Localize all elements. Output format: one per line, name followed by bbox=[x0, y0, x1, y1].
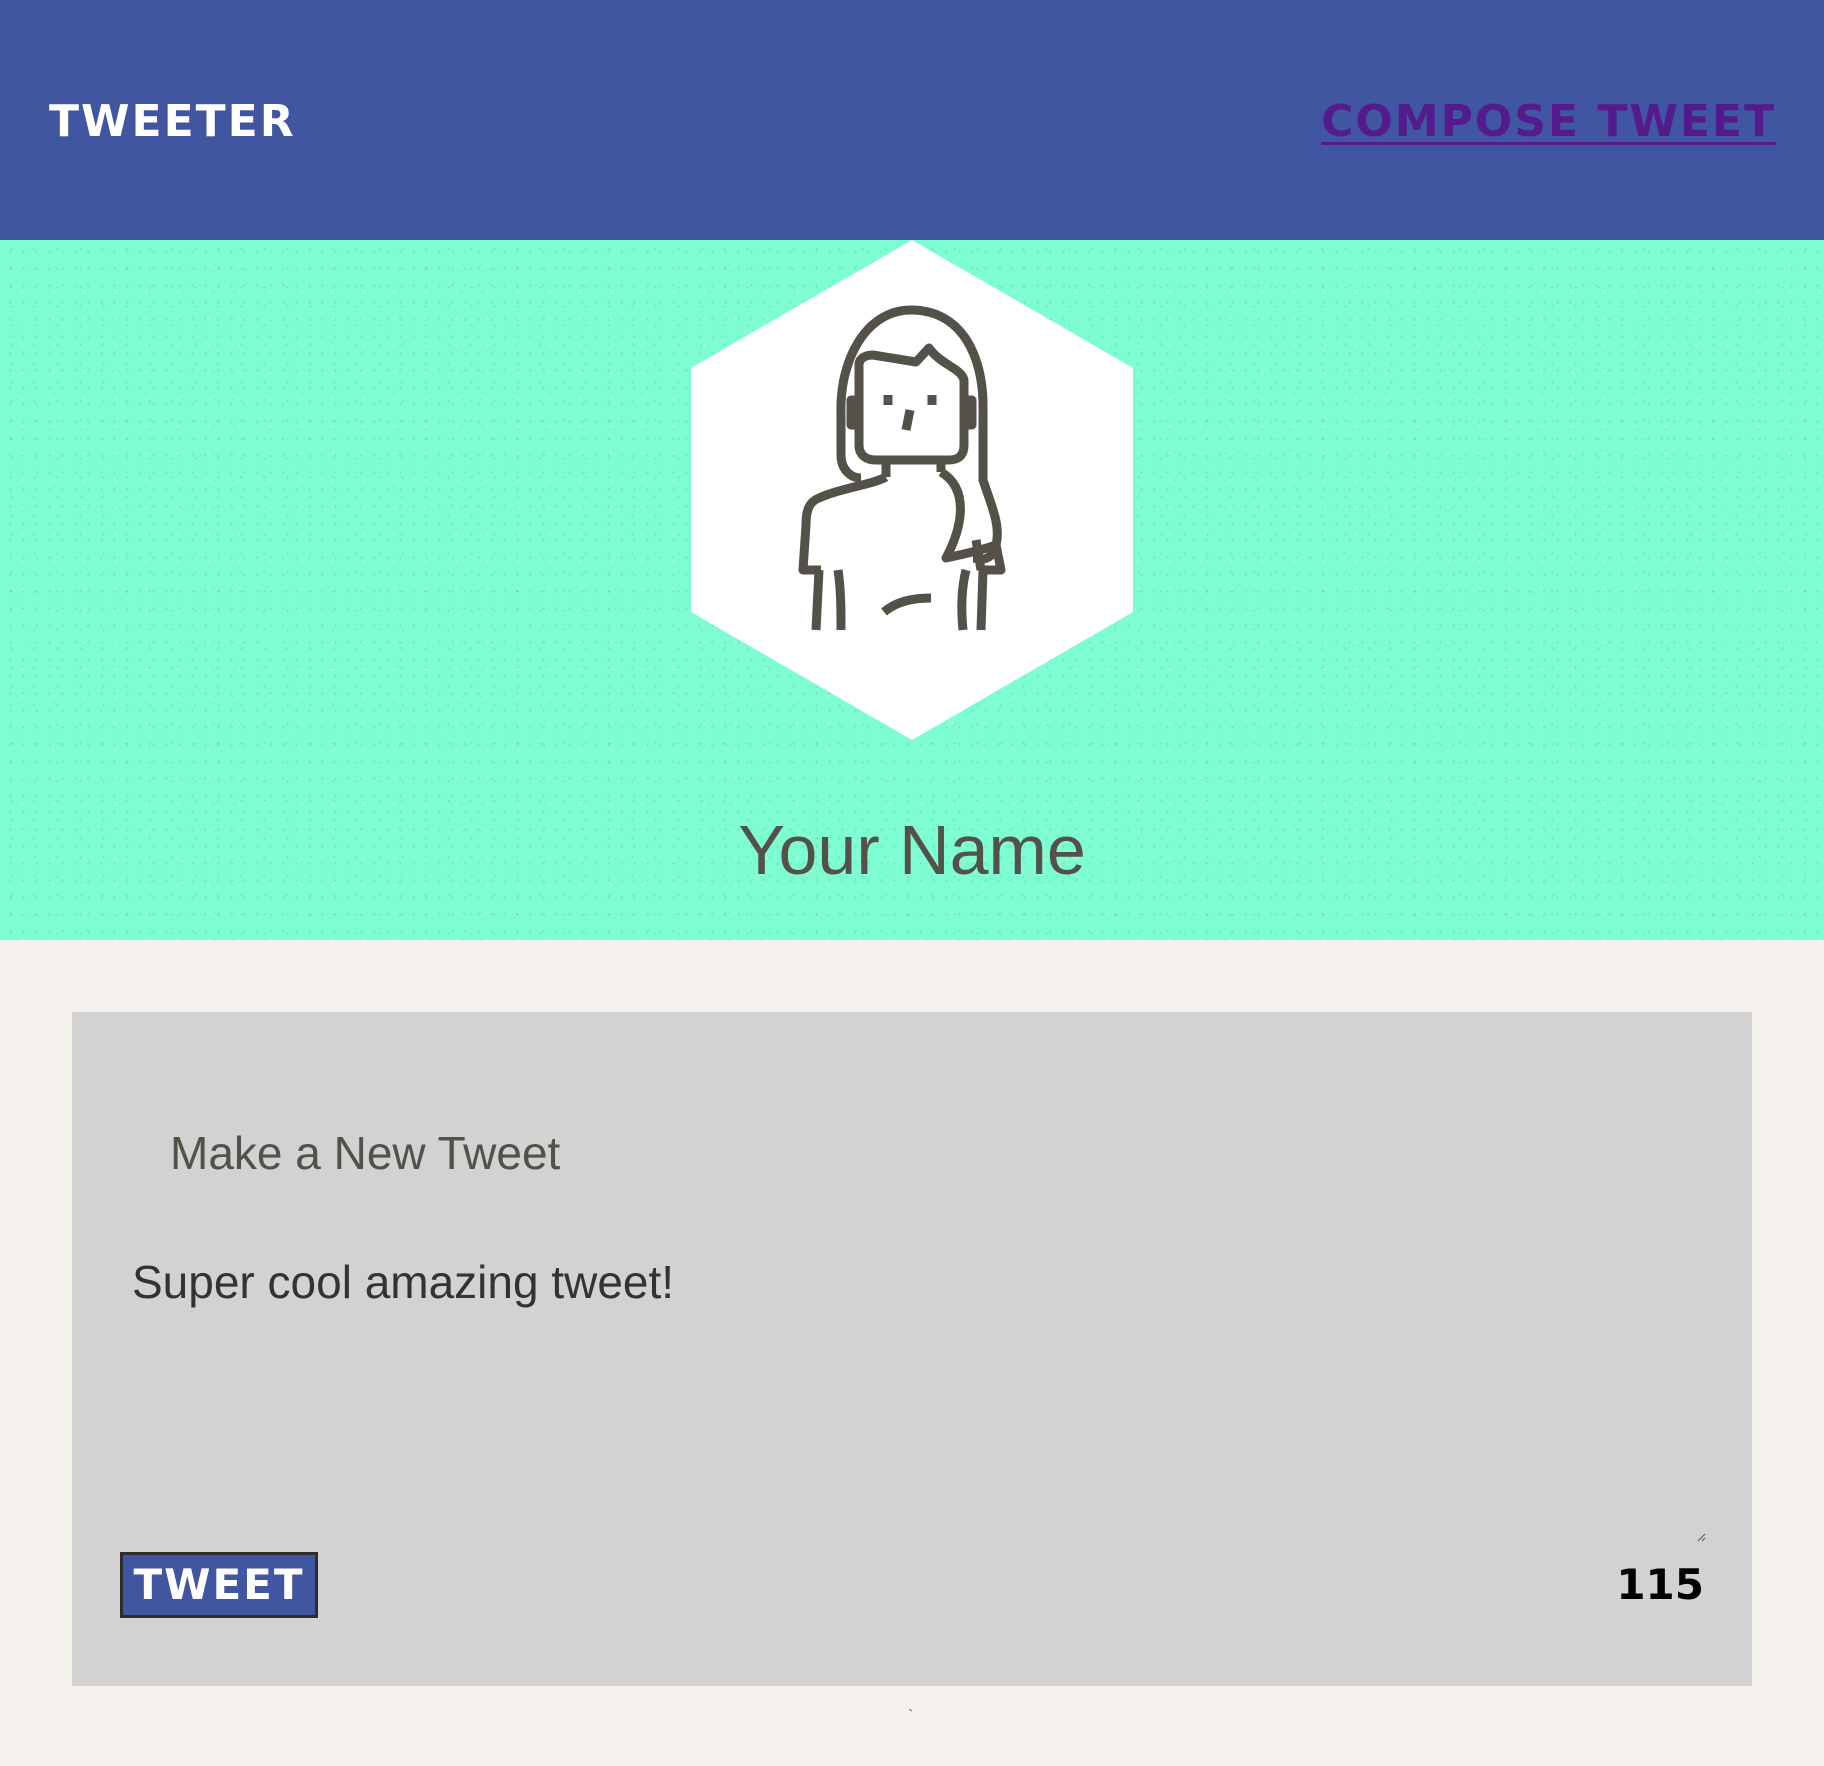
profile-name: Your Name bbox=[738, 811, 1086, 889]
woman-avatar-icon bbox=[691, 240, 1133, 740]
top-nav-bar: TWEETER COMPOSE TWEET bbox=[0, 0, 1824, 240]
char-counter: 115 bbox=[1616, 1560, 1704, 1609]
new-tweet-heading: Make a New Tweet bbox=[170, 1127, 561, 1179]
compose-tweet-link[interactable]: COMPOSE TWEET bbox=[1321, 92, 1776, 152]
tweet-text-input[interactable]: Super cool amazing tweet! bbox=[132, 1252, 1692, 1542]
footer-mark bbox=[909, 1709, 913, 1712]
tweet-submit-button[interactable]: TWEET bbox=[120, 1552, 318, 1618]
avatar bbox=[691, 240, 1133, 740]
textarea-resize-handle[interactable] bbox=[1696, 1532, 1706, 1542]
new-tweet-form: Make a New Tweet Super cool amazing twee… bbox=[72, 1012, 1752, 1686]
brand-title: TWEETER bbox=[49, 96, 296, 147]
